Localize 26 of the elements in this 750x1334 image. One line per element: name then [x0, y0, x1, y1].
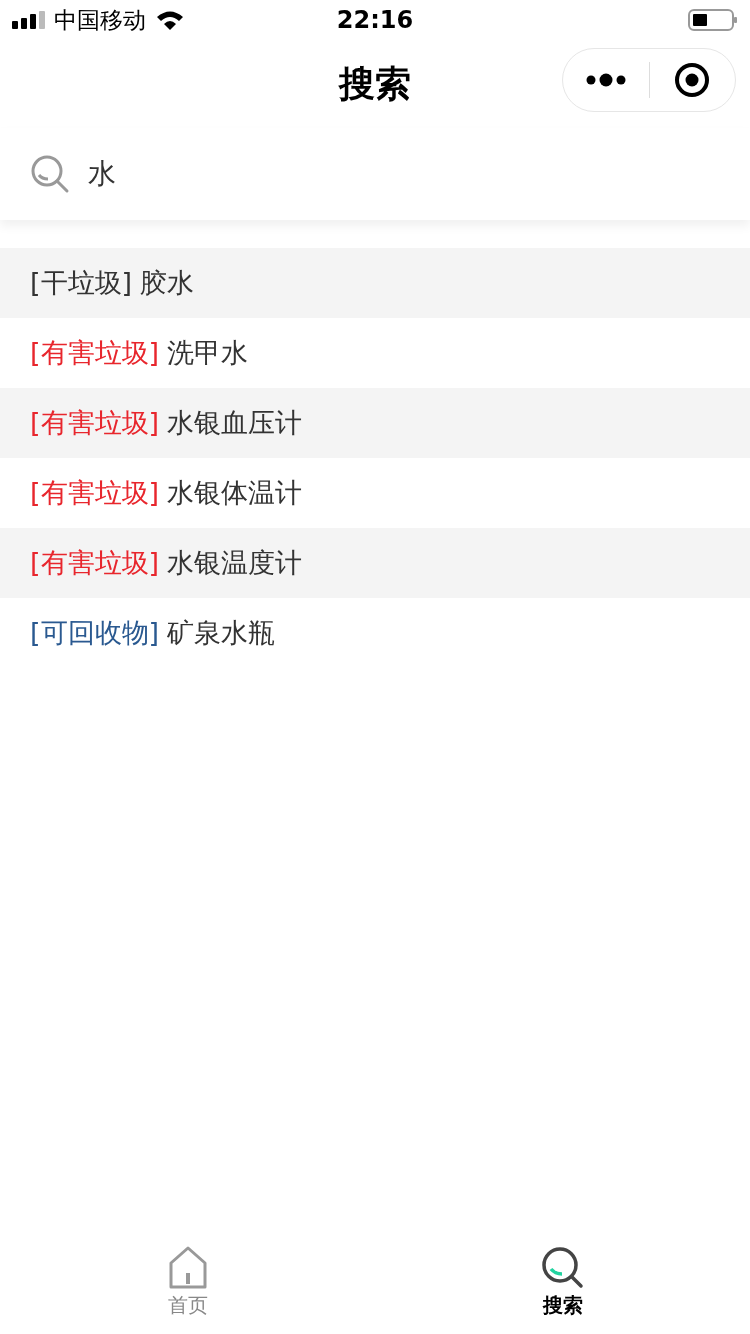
- item-name: 胶水: [140, 266, 195, 300]
- search-icon: [540, 1245, 585, 1290]
- tab-item[interactable]: 首页: [0, 1230, 375, 1334]
- item-name: 水银血压计: [167, 406, 303, 440]
- category-tag: [可回收物]: [30, 615, 160, 651]
- category-tag: [有害垃圾]: [30, 335, 160, 371]
- clock-time: 22:16: [335, 6, 415, 34]
- category-tag: [有害垃圾]: [30, 405, 160, 441]
- home-icon: [167, 1245, 208, 1290]
- more-icon: [585, 73, 626, 87]
- search-field[interactable]: 水: [86, 156, 720, 192]
- page-title: 搜索: [339, 61, 411, 106]
- wifi-icon: [156, 10, 184, 30]
- category-tag: [有害垃圾]: [30, 545, 160, 581]
- search-icon: [30, 154, 70, 194]
- tab-item[interactable]: 搜索: [375, 1230, 750, 1334]
- carrier-name: 中国移动: [54, 5, 146, 35]
- item-name: 水银体温计: [167, 476, 303, 510]
- battery-icon: [688, 9, 738, 31]
- item-name: 洗甲水: [167, 336, 249, 370]
- category-tag: [干垃圾]: [30, 265, 133, 301]
- item-name: 水银温度计: [167, 546, 303, 580]
- item-name: 矿泉水瓶: [167, 616, 276, 650]
- category-tag: [有害垃圾]: [30, 475, 160, 511]
- target-icon: [674, 62, 711, 98]
- signal-icon: [12, 11, 46, 29]
